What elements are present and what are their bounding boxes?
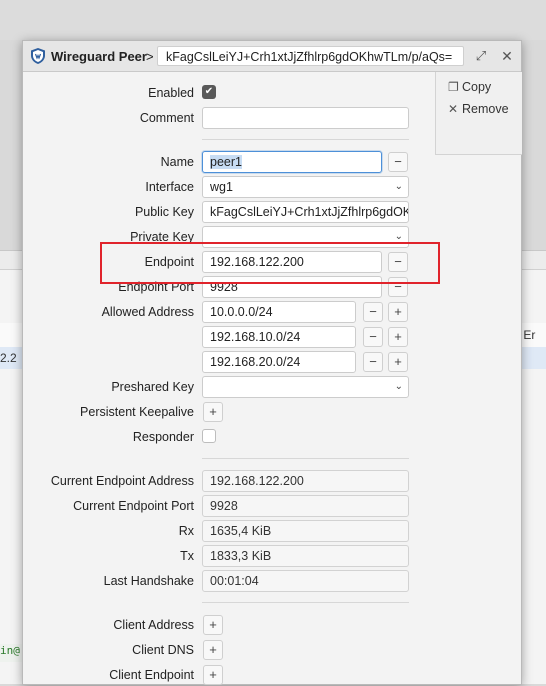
copy-icon: ❐	[448, 80, 459, 94]
allowed-address-remove-button[interactable]: −	[363, 327, 383, 347]
row-endpoint-port: Endpoint Port 9928 −	[23, 276, 435, 298]
rx-label: Rx	[178, 524, 194, 538]
client-endpoint-label: Client Endpoint	[109, 668, 194, 682]
row-private-key: Private Key ⌄	[23, 226, 435, 248]
remove-label: Remove	[462, 102, 509, 116]
chevron-down-icon: ⌄	[394, 181, 403, 192]
endpoint-port-label: Endpoint Port	[118, 280, 194, 294]
preshared-key-label: Preshared Key	[111, 380, 194, 394]
client-dns-add-button[interactable]: +	[203, 640, 223, 660]
comment-label: Comment	[139, 111, 194, 125]
peer-form: Enabled ✔ Comment Name peer1 − Interface…	[23, 72, 435, 685]
name-remove-button[interactable]: −	[388, 152, 408, 172]
name-label: Name	[160, 155, 194, 169]
chevron-down-icon: ⌄	[394, 231, 403, 242]
copy-button[interactable]: ❐ Copy	[448, 80, 491, 98]
row-allowed-address-2: 192.168.10.0/24 − +	[23, 326, 435, 348]
public-key-field[interactable]: kFagCslLeiYJ+Crh1xtJjZfhlrp6gdOKhwTLm/p/…	[202, 201, 409, 223]
allowed-address-field[interactable]: 192.168.10.0/24	[202, 326, 356, 348]
row-persistent-keepalive: Persistent Keepalive +	[23, 401, 435, 423]
last-handshake-value: 00:01:04	[202, 570, 409, 592]
row-name: Name peer1 −	[23, 151, 435, 173]
divider	[202, 602, 409, 603]
rx-value: 1635,4 KiB	[202, 520, 409, 542]
responder-checkbox[interactable]	[202, 429, 216, 443]
row-client-dns: Client DNS +	[23, 639, 435, 661]
allowed-address-add-button[interactable]: +	[388, 352, 408, 372]
background-terminal-fragment: in@	[0, 644, 22, 662]
interface-label: Interface	[145, 180, 194, 194]
row-tx: Tx 1833,3 KiB	[23, 545, 435, 567]
row-endpoint: Endpoint 192.168.122.200 −	[23, 251, 435, 273]
remove-icon: ✕	[448, 102, 459, 116]
row-preshared-key: Preshared Key ⌄	[23, 376, 435, 398]
current-endpoint-address-label: Current Endpoint Address	[50, 474, 194, 488]
persistent-keepalive-label: Persistent Keepalive	[80, 405, 194, 419]
row-allowed-address-3: 192.168.20.0/24 − +	[23, 351, 435, 373]
row-allowed-address: Allowed Address 10.0.0.0/24 − +	[23, 301, 435, 323]
background-window-top	[0, 0, 546, 40]
name-field[interactable]: peer1	[202, 151, 382, 173]
chevron-down-icon: ⌄	[394, 381, 403, 392]
allowed-address-field[interactable]: 192.168.20.0/24	[202, 351, 356, 373]
row-comment: Comment	[23, 107, 435, 129]
allowed-address-add-button[interactable]: +	[388, 327, 408, 347]
expand-icon[interactable]: ⤢	[473, 48, 489, 64]
row-client-address: Client Address +	[23, 614, 435, 636]
row-enabled: Enabled ✔	[23, 82, 435, 104]
row-public-key: Public Key kFagCslLeiYJ+Crh1xtJjZfhlrp6g…	[23, 201, 435, 223]
client-address-label: Client Address	[113, 618, 194, 632]
comment-field[interactable]	[202, 107, 409, 129]
dialog-titlebar[interactable]: Wireguard Peer > kFagCslLeiYJ+Crh1xtJjZf…	[23, 41, 521, 72]
allowed-address-label: Allowed Address	[101, 305, 194, 319]
dialog-title: Wireguard Peer	[51, 49, 147, 64]
allowed-address-remove-button[interactable]: −	[363, 302, 383, 322]
background-row-fragment: 2.2	[0, 351, 17, 365]
client-address-add-button[interactable]: +	[203, 615, 223, 635]
allowed-address-remove-button[interactable]: −	[363, 352, 383, 372]
current-endpoint-address-value: 192.168.122.200	[202, 470, 409, 492]
preshared-key-select[interactable]: ⌄	[202, 376, 409, 398]
current-endpoint-port-label: Current Endpoint Port	[73, 499, 194, 513]
wireguard-shield-icon	[31, 48, 45, 64]
last-handshake-label: Last Handshake	[103, 574, 194, 588]
divider	[202, 139, 409, 140]
row-current-endpoint-address: Current Endpoint Address 192.168.122.200	[23, 470, 435, 492]
private-key-label: Private Key	[130, 230, 194, 244]
endpoint-remove-button[interactable]: −	[388, 252, 408, 272]
client-dns-label: Client DNS	[132, 643, 194, 657]
responder-label: Responder	[132, 430, 194, 444]
persistent-keepalive-add-button[interactable]: +	[203, 402, 223, 422]
private-key-select[interactable]: ⌄	[202, 226, 409, 248]
interface-value: wg1	[210, 180, 233, 194]
row-last-handshake: Last Handshake 00:01:04	[23, 570, 435, 592]
endpoint-label: Endpoint	[144, 255, 194, 269]
title-separator: >	[146, 49, 154, 64]
enabled-label: Enabled	[148, 86, 194, 100]
endpoint-port-field[interactable]: 9928	[202, 276, 382, 298]
client-endpoint-add-button[interactable]: +	[203, 665, 223, 685]
endpoint-field[interactable]: 192.168.122.200	[202, 251, 382, 273]
current-endpoint-port-value: 9928	[202, 495, 409, 517]
interface-select[interactable]: wg1 ⌄	[202, 176, 409, 198]
enabled-checkbox[interactable]: ✔	[202, 85, 216, 99]
close-icon[interactable]: ✕	[499, 48, 515, 64]
dialog-side-actions: ❐ Copy ✕ Remove	[435, 72, 522, 155]
public-key-label: Public Key	[134, 205, 194, 219]
endpoint-port-remove-button[interactable]: −	[388, 277, 408, 297]
allowed-address-add-button[interactable]: +	[388, 302, 408, 322]
row-rx: Rx 1635,4 KiB	[23, 520, 435, 542]
copy-label: Copy	[462, 80, 492, 94]
tx-value: 1833,3 KiB	[202, 545, 409, 567]
tx-label: Tx	[180, 549, 194, 563]
name-value: peer1	[210, 155, 242, 169]
allowed-address-field[interactable]: 10.0.0.0/24	[202, 301, 356, 323]
wireguard-peer-dialog: Wireguard Peer > kFagCslLeiYJ+Crh1xtJjZf…	[22, 40, 522, 685]
divider	[202, 458, 409, 459]
title-peer-name: kFagCslLeiYJ+Crh1xtJjZfhlrp6gdOKhwTLm/p/…	[157, 46, 464, 66]
row-responder: Responder	[23, 426, 435, 448]
row-interface: Interface wg1 ⌄	[23, 176, 435, 198]
remove-button[interactable]: ✕ Remove	[448, 102, 509, 120]
row-current-endpoint-port: Current Endpoint Port 9928	[23, 495, 435, 517]
